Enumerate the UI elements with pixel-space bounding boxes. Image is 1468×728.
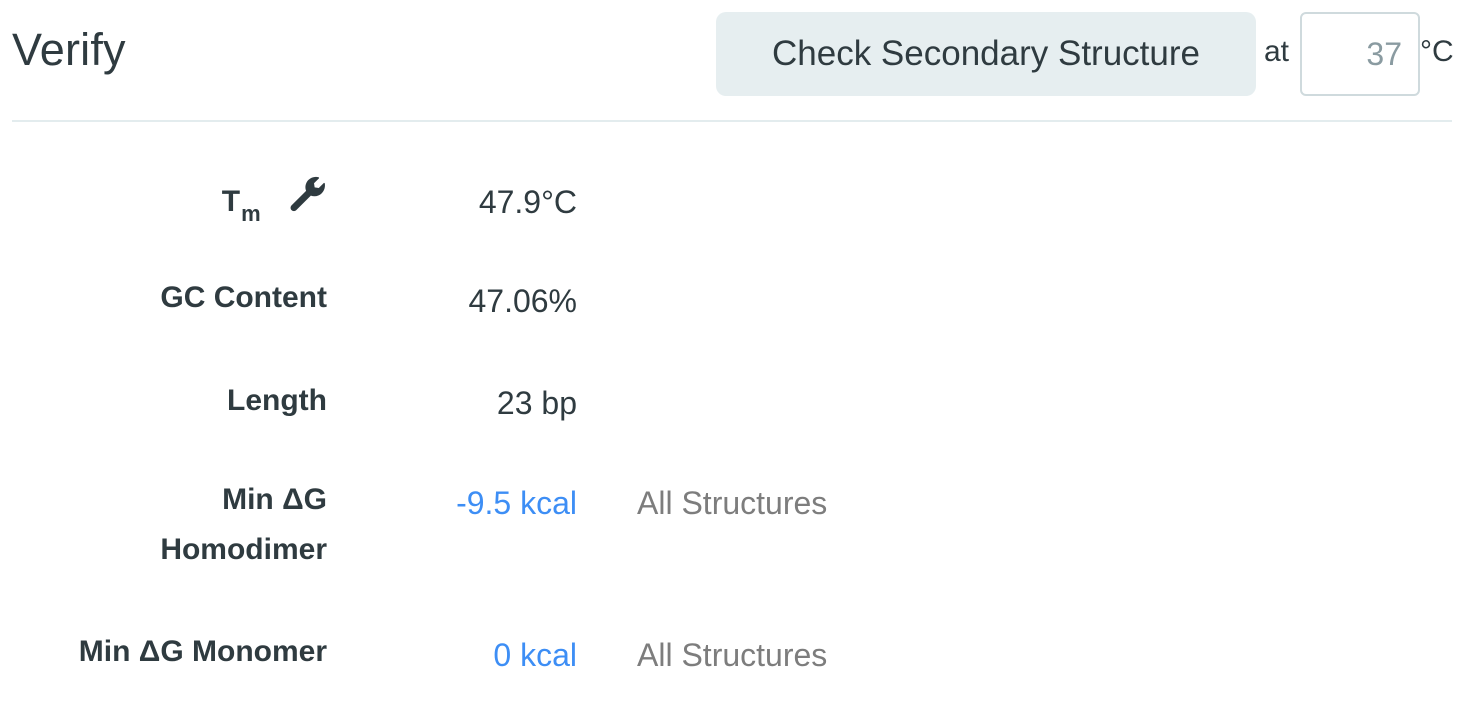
homodimer-all-structures-link[interactable]: All Structures [637, 478, 827, 528]
length-value: 23 bp [496, 385, 577, 421]
header-divider [12, 120, 1452, 122]
length-label: Length [227, 384, 327, 417]
tm-label: Tm [222, 175, 327, 229]
homodimer-label-line2: Homodimer [160, 533, 327, 566]
check-secondary-structure-button[interactable]: Check Secondary Structure [716, 12, 1256, 96]
tm-label-sub: m [241, 201, 261, 226]
temperature-unit-label: °C [1420, 35, 1454, 68]
monomer-label: Min ΔG Monomer [78, 635, 327, 668]
monomer-value-link[interactable]: 0 kcal [493, 630, 577, 680]
tm-label-main: T [221, 185, 241, 218]
monomer-all-structures-link[interactable]: All Structures [637, 630, 827, 680]
page-title: Verify [12, 24, 126, 75]
wrench-icon[interactable] [289, 175, 327, 213]
homodimer-label-line1: Min ΔG [222, 483, 327, 516]
tm-value: 47.9°C [478, 184, 577, 220]
homodimer-value-link[interactable]: -9.5 kcal [456, 478, 577, 528]
gc-content-label: GC Content [160, 281, 327, 314]
gc-content-value: 47.06% [468, 283, 577, 319]
verify-panel: Verify Check Secondary Structure at °C T… [0, 0, 1468, 728]
at-label: at [1264, 35, 1290, 68]
temperature-input[interactable] [1300, 12, 1420, 96]
